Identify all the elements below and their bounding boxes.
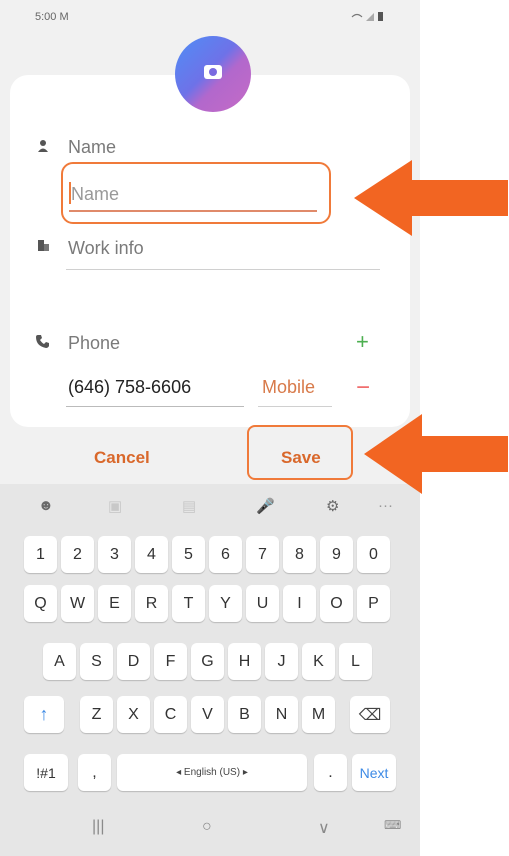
- name-label: Name: [68, 137, 117, 157]
- key-e[interactable]: E: [98, 585, 131, 622]
- key-1[interactable]: 1: [24, 536, 57, 573]
- key-0[interactable]: 0: [357, 536, 390, 573]
- key-3[interactable]: 3: [98, 536, 131, 573]
- key-w[interactable]: W: [61, 585, 94, 622]
- space-bar[interactable]: ◂ English (US) ▸: [117, 754, 307, 791]
- contact-photo-button[interactable]: [175, 36, 251, 112]
- back-icon[interactable]: ∨: [318, 818, 330, 838]
- key-g[interactable]: G: [191, 643, 224, 680]
- key-2[interactable]: 2: [61, 536, 94, 573]
- building-icon: [37, 239, 50, 255]
- more-options-icon[interactable]: ···: [378, 497, 393, 514]
- microphone-icon[interactable]: 🎤: [256, 497, 275, 515]
- phone-type-underline: [258, 406, 332, 407]
- arrow-pointing-name-field: [354, 160, 508, 236]
- remove-phone-button[interactable]: −: [356, 374, 370, 402]
- name-input[interactable]: Name: [61, 162, 331, 224]
- key-r[interactable]: R: [135, 585, 168, 622]
- key-7[interactable]: 7: [246, 536, 279, 573]
- save-button[interactable]: Save: [281, 448, 321, 468]
- key-q[interactable]: Q: [24, 585, 57, 622]
- key-n[interactable]: N: [265, 696, 298, 733]
- key-m[interactable]: M: [302, 696, 335, 733]
- camera-icon: [204, 65, 222, 79]
- work-info-field[interactable]: Work info: [68, 238, 144, 259]
- key-f[interactable]: F: [154, 643, 187, 680]
- key-9[interactable]: 9: [320, 536, 353, 573]
- home-icon[interactable]: ○: [202, 818, 212, 836]
- key-i[interactable]: I: [283, 585, 316, 622]
- emoji-icon[interactable]: ☻: [38, 497, 54, 514]
- key-t[interactable]: T: [172, 585, 205, 622]
- next-key[interactable]: Next: [352, 754, 396, 791]
- status-bar: 5:00 M: [0, 0, 420, 34]
- key-a[interactable]: A: [43, 643, 76, 680]
- signal-battery-icon: [351, 12, 383, 21]
- backspace-key[interactable]: ⌫: [350, 696, 390, 733]
- key-6[interactable]: 6: [209, 536, 242, 573]
- keyboard-hide-icon[interactable]: ⌨: [384, 818, 401, 832]
- key-j[interactable]: J: [265, 643, 298, 680]
- person-icon: [37, 139, 49, 156]
- add-phone-button[interactable]: +: [356, 329, 369, 355]
- key-4[interactable]: 4: [135, 536, 168, 573]
- clipboard-icon[interactable]: ▤: [182, 497, 196, 515]
- shift-key[interactable]: ↑: [24, 696, 64, 733]
- key-b[interactable]: B: [228, 696, 261, 733]
- comma-key[interactable]: ,: [78, 754, 111, 791]
- phone-screen: 5:00 M Name Name Work info Phone + (646)…: [0, 0, 420, 856]
- key-p[interactable]: P: [357, 585, 390, 622]
- work-info-underline: [66, 269, 380, 270]
- key-8[interactable]: 8: [283, 536, 316, 573]
- key-5[interactable]: 5: [172, 536, 205, 573]
- key-o[interactable]: O: [320, 585, 353, 622]
- key-h[interactable]: H: [228, 643, 261, 680]
- key-k[interactable]: K: [302, 643, 335, 680]
- key-y[interactable]: Y: [209, 585, 242, 622]
- key-s[interactable]: S: [80, 643, 113, 680]
- phone-type-dropdown[interactable]: Mobile: [262, 377, 315, 398]
- key-z[interactable]: Z: [80, 696, 113, 733]
- status-icons: [350, 10, 384, 25]
- navigation-bar: ||| ○ ∨ ⌨: [0, 800, 420, 856]
- sticker-icon[interactable]: ▣: [108, 497, 122, 515]
- period-key[interactable]: .: [314, 754, 347, 791]
- name-input-placeholder: Name: [71, 184, 120, 204]
- symbols-key[interactable]: !#1: [24, 754, 68, 791]
- key-d[interactable]: D: [117, 643, 150, 680]
- phone-number-input[interactable]: (646) 758-6606: [68, 377, 191, 398]
- key-l[interactable]: L: [339, 643, 372, 680]
- key-x[interactable]: X: [117, 696, 150, 733]
- key-c[interactable]: C: [154, 696, 187, 733]
- settings-gear-icon[interactable]: ⚙: [326, 497, 339, 515]
- keyboard-toolbar: ☻ ▣ ▤ 🎤 ⚙ ···: [0, 484, 420, 532]
- name-input-underline: [69, 210, 317, 212]
- status-time: 5:00 M: [35, 11, 69, 23]
- recent-apps-icon[interactable]: |||: [92, 818, 104, 836]
- arrow-pointing-save-button: [364, 414, 508, 494]
- cancel-button[interactable]: Cancel: [94, 448, 150, 468]
- key-u[interactable]: U: [246, 585, 279, 622]
- phone-icon: [35, 334, 50, 352]
- phone-number-underline: [66, 406, 244, 407]
- key-v[interactable]: V: [191, 696, 224, 733]
- phone-label: Phone: [68, 333, 121, 353]
